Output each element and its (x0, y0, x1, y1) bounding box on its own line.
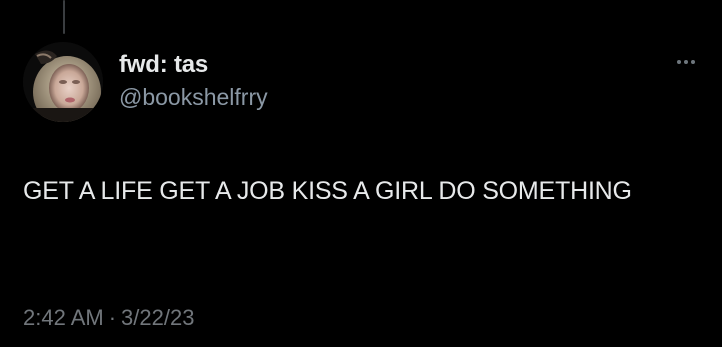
avatar[interactable] (23, 42, 103, 122)
thread-connector-line (63, 0, 65, 34)
more-options-button[interactable] (672, 54, 700, 70)
tweet-text: GET A LIFE GET A JOB KISS A GIRL DO SOME… (23, 177, 632, 205)
ellipsis-icon (677, 60, 681, 64)
tweet-date: 3/22/23 (121, 305, 195, 330)
user-info: fwd: tas @bookshelfrry (119, 51, 268, 111)
tweet-timestamp[interactable]: 2:42 AM · 3/22/23 (23, 304, 194, 332)
profile-photo-icon (23, 42, 103, 122)
user-handle[interactable]: @bookshelfrry (119, 83, 268, 111)
ellipsis-icon (684, 60, 688, 64)
tweet-time: 2:42 AM (23, 305, 104, 330)
meta-separator: · (108, 305, 117, 330)
ellipsis-icon (691, 60, 695, 64)
display-name[interactable]: fwd: tas (119, 51, 268, 79)
